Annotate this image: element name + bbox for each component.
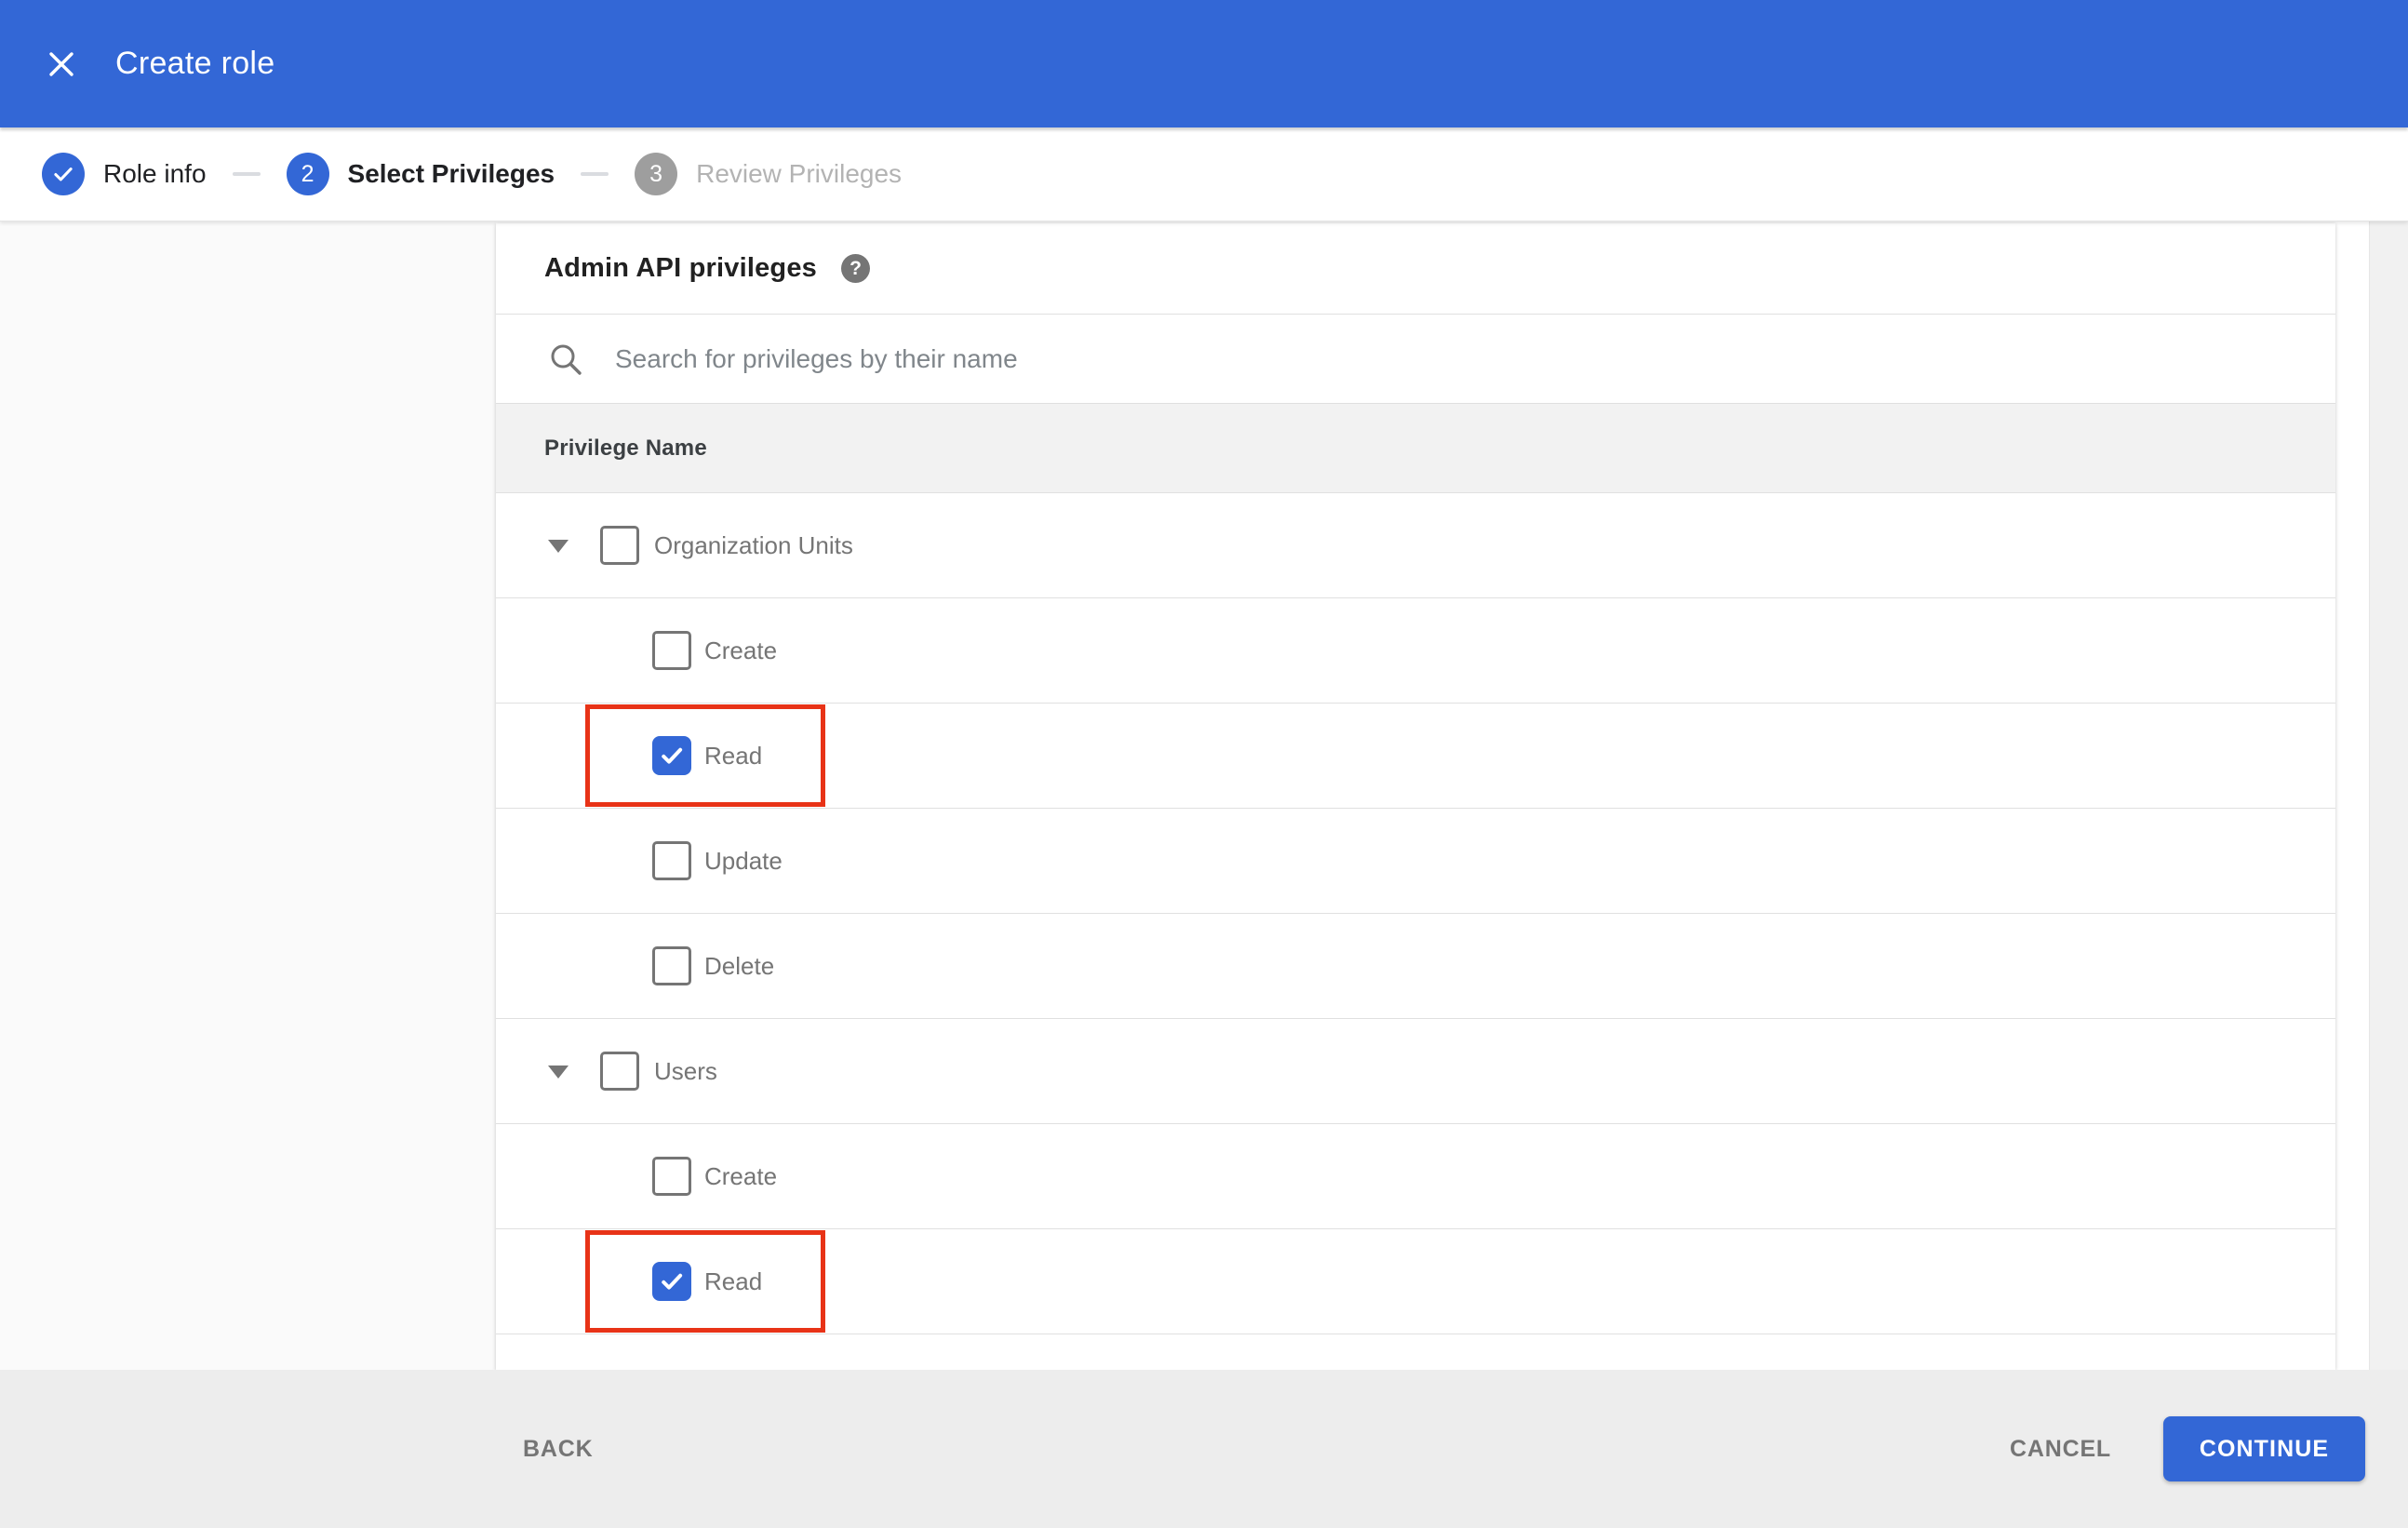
privilege-checkbox[interactable] (652, 1157, 691, 1196)
continue-button[interactable]: CONTINUE (2163, 1416, 2365, 1481)
privilege-label: Update (704, 847, 783, 875)
close-icon (46, 48, 77, 80)
step-connector (581, 172, 609, 176)
privilege-checkbox[interactable] (600, 526, 639, 565)
privilege-row: Delete (496, 914, 2335, 1019)
footer-right-actions: CANCEL CONTINUE (2010, 1370, 2365, 1528)
privilege-row: Read (496, 1229, 2335, 1334)
privilege-row: Read (496, 704, 2335, 809)
search-input[interactable] (615, 343, 2011, 374)
panel-title: Admin API privileges (544, 253, 817, 283)
table-header: Privilege Name (496, 403, 2335, 493)
privilege-checkbox[interactable] (600, 1052, 639, 1091)
step-number-circle: 3 (635, 153, 678, 195)
privilege-row: Create (496, 598, 2335, 704)
app-bar: Create role (0, 0, 2408, 127)
privilege-checkbox-checked[interactable] (652, 1262, 691, 1301)
dialog-title: Create role (115, 46, 275, 81)
privilege-label: Delete (704, 952, 775, 980)
privileges-panel: Admin API privileges ? Privilege Name Or… (496, 223, 2335, 1370)
privilege-table-body: Organization Units Create Read Update Delete… (496, 493, 2335, 1334)
privilege-label: Read (704, 1267, 763, 1295)
panel-header: Admin API privileges ? (496, 223, 2335, 314)
privilege-label: Read (704, 742, 763, 770)
help-icon[interactable]: ? (841, 254, 870, 283)
step-review-privileges: 3 Review Privileges (635, 153, 902, 195)
step-label: Select Privileges (347, 159, 555, 188)
scrollbar-track[interactable] (2369, 221, 2408, 1370)
close-button[interactable] (33, 36, 89, 92)
privilege-label: Organization Units (654, 531, 853, 559)
search-icon (546, 340, 585, 379)
cancel-button[interactable]: CANCEL (2010, 1436, 2111, 1463)
expand-arrow-icon[interactable] (548, 1066, 569, 1079)
expand-arrow-icon[interactable] (548, 540, 569, 553)
left-sidebar (0, 221, 496, 1370)
privilege-checkbox[interactable] (652, 631, 691, 670)
privilege-checkbox[interactable] (652, 841, 691, 880)
privilege-row: Update (496, 809, 2335, 914)
footer-bar: BACK CANCEL CONTINUE (0, 1370, 2408, 1528)
checkmark-icon (51, 162, 75, 186)
privilege-label: Create (704, 1162, 778, 1190)
privilege-checkbox-checked[interactable] (652, 736, 691, 775)
search-row (496, 314, 2335, 403)
privilege-row: Organization Units (496, 493, 2335, 598)
step-number-circle: 2 (286, 153, 329, 195)
step-connector (232, 172, 261, 176)
privilege-label: Create (704, 637, 778, 664)
step-done-circle (42, 153, 85, 195)
step-label: Role info (103, 159, 207, 188)
step-label: Review Privileges (696, 159, 903, 188)
privilege-checkbox[interactable] (652, 946, 691, 985)
back-button[interactable]: BACK (523, 1370, 593, 1528)
privilege-row: Create (496, 1124, 2335, 1229)
privilege-row: Users (496, 1019, 2335, 1124)
step-role-info[interactable]: Role info (42, 153, 207, 195)
stepper: Role info 2 Select Privileges 3 Review P… (0, 127, 2408, 221)
table-header-label: Privilege Name (544, 435, 707, 461)
step-select-privileges[interactable]: 2 Select Privileges (286, 153, 555, 195)
privilege-label: Users (654, 1057, 717, 1085)
